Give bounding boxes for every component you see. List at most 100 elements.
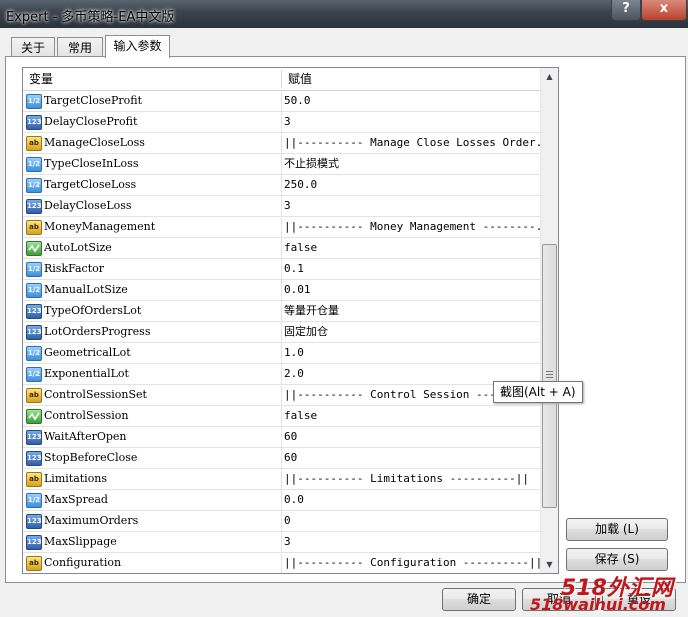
- tab-inputs[interactable]: 输入参数: [105, 35, 170, 58]
- value-cell[interactable]: 不止损模式: [282, 154, 542, 174]
- column-header-value[interactable]: 赋值: [282, 68, 312, 90]
- boolean-type-icon: [26, 409, 42, 424]
- table-row[interactable]: 123 DelayCloseProfit 3: [23, 112, 540, 133]
- variable-cell: ab ManageCloseLoss: [23, 133, 282, 153]
- value-cell[interactable]: 3: [282, 532, 542, 552]
- variable-cell: ab Configuration: [23, 553, 282, 573]
- scrollbar-grip-icon: [546, 371, 553, 372]
- value-cell[interactable]: 0: [282, 511, 542, 531]
- grid-header: 变量 赋值: [23, 68, 540, 91]
- scrollbar-thumb[interactable]: [542, 244, 557, 508]
- variable-cell: ab Limitations: [23, 469, 282, 489]
- variable-cell: 1/2 TargetCloseProfit: [23, 91, 282, 111]
- table-row[interactable]: 1/2 GeometricalLot 1.0: [23, 343, 540, 364]
- table-row[interactable]: ab ControlSessionSet ||---------- Control …: [23, 385, 542, 406]
- double-type-icon: 1/2: [26, 283, 42, 298]
- value-cell[interactable]: ||---------- Configuration ----------||: [282, 553, 542, 573]
- variable-cell: AutoLotSize: [23, 238, 282, 258]
- value-cell[interactable]: ||---------- Manage Close Losses Order..…: [282, 133, 542, 153]
- table-row[interactable]: 1/2 ManualLotSize 0.01: [23, 280, 540, 301]
- load-button[interactable]: 加载 (L): [566, 518, 668, 541]
- variable-name: TypeCloseInLoss: [44, 157, 139, 170]
- table-row[interactable]: 123 WaitAfterOpen 60: [23, 427, 540, 448]
- scroll-up-arrow-icon[interactable]: ▲: [541, 68, 558, 85]
- window-title-bar[interactable]: Expert - 多币策略-EA中文版 ? x: [0, 0, 688, 28]
- variable-name: ExponentialLot: [44, 367, 129, 380]
- boolean-type-icon: [26, 241, 42, 256]
- integer-type-icon: 123: [26, 325, 42, 340]
- table-row[interactable]: 1/2 RiskFactor 0.1: [23, 259, 540, 280]
- table-row[interactable]: 1/2 TypeCloseInLoss 不止损模式: [23, 154, 540, 175]
- variable-name: MaximumOrders: [44, 514, 139, 527]
- ok-button[interactable]: 确定: [442, 588, 516, 611]
- help-button[interactable]: ?: [611, 0, 641, 21]
- table-row[interactable]: 123 TypeOfOrdersLot 等量开仓量: [23, 301, 540, 322]
- string-type-icon: ab: [26, 556, 42, 571]
- integer-type-icon: 123: [26, 514, 42, 529]
- variable-name: AutoLotSize: [44, 241, 112, 254]
- tab-common[interactable]: 常用: [57, 37, 103, 58]
- scrollbar-grip-icon: [546, 377, 553, 378]
- scroll-down-arrow-icon[interactable]: ▼: [541, 556, 558, 573]
- value-cell[interactable]: 等量开仓量: [282, 301, 542, 321]
- save-button[interactable]: 保存 (S): [566, 548, 668, 571]
- close-button[interactable]: x: [641, 0, 687, 21]
- variable-name: TargetCloseLoss: [44, 178, 137, 191]
- variable-name: ManualLotSize: [44, 283, 128, 296]
- value-cell[interactable]: false: [282, 406, 542, 426]
- table-row[interactable]: 123 DelayCloseLoss 3: [23, 196, 540, 217]
- variable-name: GeometricalLot: [44, 346, 131, 359]
- value-cell[interactable]: 3: [282, 196, 542, 216]
- variable-name: DelayCloseLoss: [44, 199, 132, 212]
- value-cell[interactable]: 0.0: [282, 490, 542, 510]
- variable-cell: 1/2 GeometricalLot: [23, 343, 282, 363]
- variable-name: StopBeforeClose: [44, 451, 138, 464]
- table-row[interactable]: 1/2 MaxSpread 0.0: [23, 490, 540, 511]
- variable-cell: 1/2 TypeCloseInLoss: [23, 154, 282, 174]
- table-row[interactable]: 123 LotOrdersProgress 固定加仓: [23, 322, 540, 343]
- string-type-icon: ab: [26, 472, 42, 487]
- table-row[interactable]: ab Limitations ||---------- Limitations --…: [23, 469, 540, 490]
- value-cell[interactable]: 50.0: [282, 91, 542, 111]
- value-cell[interactable]: false: [282, 238, 542, 258]
- value-cell[interactable]: 60: [282, 448, 542, 468]
- table-row[interactable]: 123 StopBeforeClose 60: [23, 448, 540, 469]
- vertical-scrollbar[interactable]: ▲ ▼: [540, 68, 558, 573]
- double-type-icon: 1/2: [26, 367, 42, 382]
- table-row[interactable]: 123 MaximumOrders 0: [23, 511, 540, 532]
- value-cell[interactable]: 0.1: [282, 259, 542, 279]
- value-cell[interactable]: ||---------- Money Management --------..…: [282, 217, 542, 237]
- column-header-variable[interactable]: 变量: [23, 68, 53, 90]
- cancel-button[interactable]: 取消: [522, 588, 596, 611]
- variable-name: DelayCloseProfit: [44, 115, 138, 128]
- variable-name: WaitAfterOpen: [44, 430, 127, 443]
- value-cell[interactable]: 0.01: [282, 280, 542, 300]
- variable-cell: 123 WaitAfterOpen: [23, 427, 282, 447]
- value-cell[interactable]: ||---------- Limitations ----------||: [282, 469, 542, 489]
- value-cell[interactable]: 3: [282, 112, 542, 132]
- value-cell[interactable]: 1.0: [282, 343, 542, 363]
- variable-cell: 1/2 ExponentialLot: [23, 364, 282, 384]
- table-row[interactable]: AutoLotSize false: [23, 238, 540, 259]
- table-row[interactable]: 123 MaxSlippage 3: [23, 532, 540, 553]
- table-row[interactable]: 1/2 ExponentialLot 2.0: [23, 364, 540, 385]
- table-row[interactable]: ab MoneyManagement ||---------- Money Mana…: [23, 217, 542, 238]
- value-cell[interactable]: 250.0: [282, 175, 542, 195]
- reset-button[interactable]: 重设: [602, 588, 676, 611]
- variable-name: ManageCloseLoss: [44, 136, 145, 149]
- table-row[interactable]: ab ManageCloseLoss ||---------- Manage Clo…: [23, 133, 542, 154]
- integer-type-icon: 123: [26, 199, 42, 214]
- tab-about[interactable]: 关于: [11, 37, 55, 58]
- value-cell[interactable]: 60: [282, 427, 542, 447]
- table-row[interactable]: ab Configuration ||---------- Configuratio…: [23, 553, 542, 573]
- table-row[interactable]: 1/2 TargetCloseLoss 250.0: [23, 175, 540, 196]
- value-cell[interactable]: 固定加仓: [282, 322, 542, 342]
- variable-cell: 123 MaxSlippage: [23, 532, 282, 552]
- table-row[interactable]: 1/2 TargetCloseProfit 50.0: [23, 91, 540, 112]
- variable-name: MaxSpread: [44, 493, 108, 506]
- variable-cell: 1/2 ManualLotSize: [23, 280, 282, 300]
- table-row[interactable]: ControlSession false: [23, 406, 540, 427]
- grid-rows: 1/2 TargetCloseProfit 50.0 123 DelayClosePro…: [23, 91, 542, 573]
- parameters-grid[interactable]: 变量 赋值 1/2 TargetCloseProfit 50.0 123 DelayCl…: [22, 67, 559, 574]
- integer-type-icon: 123: [26, 430, 42, 445]
